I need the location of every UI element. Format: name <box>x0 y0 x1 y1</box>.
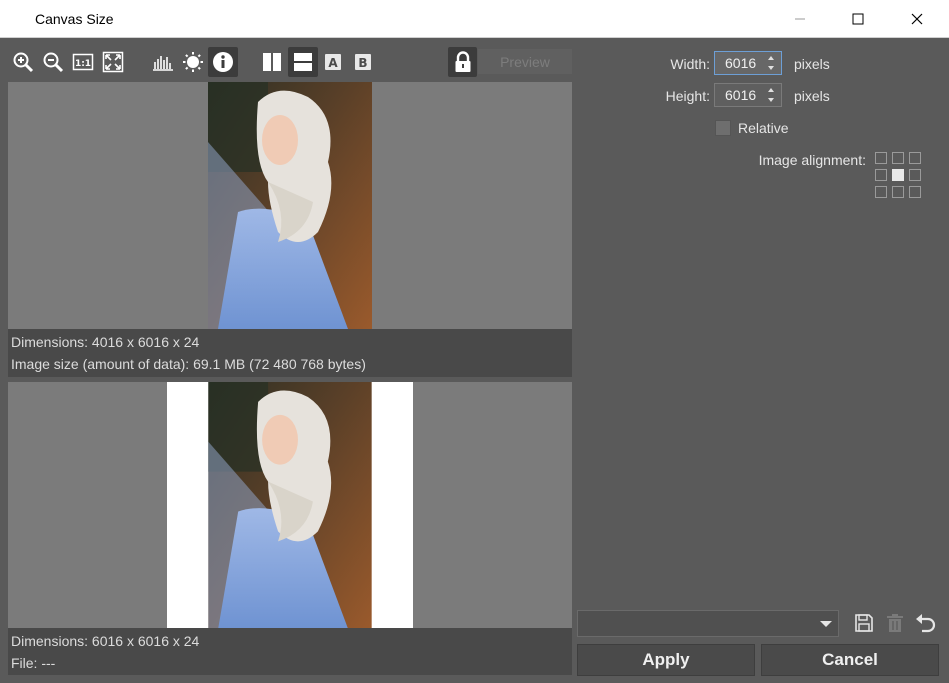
undo-icon <box>916 614 936 633</box>
height-unit: pixels <box>794 88 830 104</box>
lock-preview-button[interactable] <box>448 47 477 77</box>
info-icon <box>213 52 233 72</box>
width-spinner[interactable] <box>763 52 781 74</box>
relative-label[interactable]: Relative <box>738 120 789 136</box>
svg-text:1:1: 1:1 <box>75 59 91 69</box>
source-preview[interactable] <box>8 82 572 329</box>
align-bottom[interactable] <box>892 186 904 198</box>
result-photo <box>208 382 372 628</box>
spin-down-icon <box>768 98 774 102</box>
fit-to-window-icon <box>102 51 124 73</box>
split-horizontal-button[interactable] <box>288 47 318 77</box>
image-alignment-label: Image alignment: <box>758 152 866 168</box>
minimize-icon <box>795 18 805 20</box>
histogram-icon <box>153 56 173 71</box>
source-info-bar: Dimensions: 4016 x 6016 x 24 Image size … <box>8 329 572 377</box>
portrait-photo-icon <box>208 82 372 329</box>
split-horizontal-icon <box>294 53 312 71</box>
minimize-button[interactable] <box>777 0 823 38</box>
relative-checkbox[interactable] <box>715 120 731 136</box>
width-unit: pixels <box>794 56 830 72</box>
align-bottom-right[interactable] <box>909 186 921 198</box>
align-top-left[interactable] <box>875 152 887 164</box>
preset-dropdown[interactable] <box>577 610 839 637</box>
align-right[interactable] <box>909 169 921 181</box>
align-bottom-left[interactable] <box>875 186 887 198</box>
width-input[interactable]: 6016 <box>714 51 782 75</box>
align-center[interactable] <box>892 169 904 181</box>
preview-button[interactable]: Preview <box>478 49 572 74</box>
window-title: Canvas Size <box>35 11 114 27</box>
cancel-button[interactable]: Cancel <box>761 644 939 676</box>
svg-text:B: B <box>358 56 367 70</box>
height-value: 6016 <box>725 87 757 103</box>
result-dimensions: Dimensions: 6016 x 6016 x 24 <box>11 633 200 649</box>
histogram-button[interactable] <box>151 50 175 74</box>
source-dimensions: Dimensions: 4016 x 6016 x 24 <box>11 334 200 350</box>
maximize-button[interactable] <box>835 0 881 38</box>
view-a-button[interactable]: A <box>322 50 344 74</box>
actual-size-icon: 1:1 <box>72 53 94 71</box>
save-preset-button[interactable] <box>852 611 876 635</box>
brightness-icon <box>183 52 203 72</box>
trash-icon <box>887 614 903 632</box>
spin-down-icon <box>768 66 774 70</box>
zoom-in-icon <box>13 52 34 73</box>
delete-preset-button[interactable] <box>883 611 907 635</box>
view-b-button[interactable]: B <box>352 50 374 74</box>
zoom-in-button[interactable] <box>11 50 35 74</box>
apply-button[interactable]: Apply <box>577 644 755 676</box>
zoom-fit-button[interactable] <box>101 50 125 74</box>
reset-button[interactable] <box>913 611 939 635</box>
height-label: Height: <box>665 88 710 104</box>
spin-up-icon <box>768 88 774 92</box>
source-image-size: Image size (amount of data): 69.1 MB (72… <box>11 356 366 372</box>
info-button[interactable] <box>208 47 238 77</box>
result-file: File: --- <box>11 655 56 671</box>
zoom-out-icon <box>43 52 64 73</box>
close-icon <box>911 13 923 25</box>
width-label: Width: <box>670 56 710 72</box>
align-top-right[interactable] <box>909 152 921 164</box>
lock-icon <box>455 51 470 72</box>
close-button[interactable] <box>894 0 940 38</box>
split-vertical-icon <box>263 53 281 71</box>
height-spinner[interactable] <box>763 84 781 106</box>
maximize-icon <box>852 13 864 25</box>
svg-text:A: A <box>328 56 338 70</box>
chevron-down-icon <box>820 621 832 627</box>
save-icon <box>855 614 873 632</box>
title-bar: Canvas Size <box>0 0 949 38</box>
source-photo <box>208 82 372 329</box>
spin-up-icon <box>768 56 774 60</box>
image-alignment-grid <box>875 152 923 200</box>
result-info-bar: Dimensions: 6016 x 6016 x 24 File: --- <box>8 628 572 675</box>
split-vertical-button[interactable] <box>259 50 285 74</box>
height-input[interactable]: 6016 <box>714 83 782 107</box>
zoom-actual-size-button[interactable]: 1:1 <box>71 50 95 74</box>
portrait-photo-icon <box>208 382 372 628</box>
letter-b-icon: B <box>355 54 371 70</box>
align-top[interactable] <box>892 152 904 164</box>
width-value: 6016 <box>725 55 757 71</box>
zoom-out-button[interactable] <box>41 50 65 74</box>
result-preview[interactable] <box>8 382 572 628</box>
brightness-button[interactable] <box>181 50 205 74</box>
align-left[interactable] <box>875 169 887 181</box>
letter-a-icon: A <box>325 54 341 70</box>
dialog-body: 1:1 A B Preview Dimensions: 4016 x 6016 … <box>0 38 949 683</box>
